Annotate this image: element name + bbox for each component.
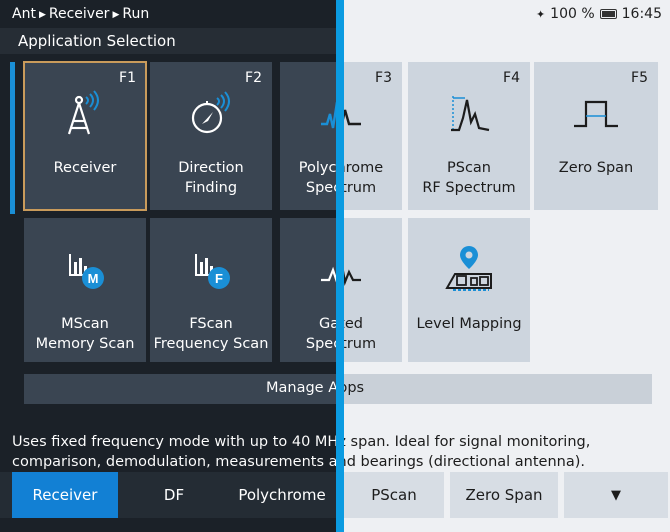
breadcrumb-separator-icon: ▶: [38, 10, 46, 20]
page-title: Application Selection: [18, 32, 176, 50]
tile-label: Zero Span: [534, 158, 658, 178]
tile-label-line1: Direction: [178, 160, 244, 176]
description-line: comparison, demodulation, measurements a…: [12, 452, 652, 472]
tile-label-line1: Gated: [344, 316, 363, 332]
breadcrumb: Ant ▶ Receiver ▶ Run: [12, 6, 149, 22]
tile-label: Gated Spectrum: [280, 314, 336, 354]
tile-direction-finding[interactable]: F2 Direction Finding: [150, 62, 272, 210]
tab-receiver[interactable]: Receiver: [12, 472, 118, 518]
breadcrumb-separator-icon: ▶: [112, 10, 120, 20]
tile-pscan-rf-spectrum[interactable]: F4 PScan RF Spectrum: [408, 62, 530, 210]
svg-text:F: F: [215, 271, 223, 286]
tile-label-line1: Gated: [319, 316, 336, 332]
breadcrumb-item[interactable]: Receiver: [49, 6, 110, 22]
fkey-label: F3: [375, 70, 392, 86]
status-bar: Ant ▶ Receiver ▶ Run ✦ 100 % 16:45: [0, 0, 670, 30]
tile-gated-spectrum-light[interactable]: Gated Spectrum: [344, 218, 402, 362]
zero-span-icon: [534, 88, 658, 138]
breadcrumb-item[interactable]: Ant: [12, 6, 36, 22]
tile-label-line2: Finding: [184, 180, 238, 196]
gated-spectrum-icon: [280, 244, 336, 294]
tile-label-line2: Spectrum: [344, 336, 377, 352]
tile-label: Level Mapping: [408, 314, 530, 334]
tile-label-line2: RF Spectrum: [422, 180, 516, 196]
fkey-label: F5: [631, 70, 648, 86]
tile-label: Gated Spectrum: [344, 314, 402, 354]
tile-label-line2: Memory Scan: [35, 336, 135, 352]
tab-polychrome[interactable]: Polychrome: [228, 472, 336, 518]
tile-label-line1: FScan: [189, 316, 233, 332]
tile-label-line2: Frequency Scan: [153, 336, 269, 352]
manage-apps-text-overlay: Manage Apps: [266, 380, 466, 396]
pscan-spectrum-icon: [408, 88, 530, 138]
tile-label-line2: Spectrum: [344, 180, 377, 196]
tile-zero-span[interactable]: F5 Zero Span: [534, 62, 658, 210]
mscan-icon: M: [24, 244, 146, 294]
status-indicators: ✦ 100 % 16:45: [536, 6, 662, 22]
level-mapping-icon: [408, 244, 530, 294]
tile-receiver[interactable]: F1 Receiver: [23, 61, 147, 211]
bottom-tab-bar: Receiver DF Polychrome PScan Zero Span ▼: [0, 472, 670, 522]
tile-level-mapping[interactable]: Level Mapping: [408, 218, 530, 362]
tile-label-line1: Receiver: [53, 160, 117, 176]
description-line1: Uses fixed frequency mode with up to 40 …: [12, 434, 591, 450]
compass-icon: [150, 88, 272, 138]
tile-polychrome-spectrum-light[interactable]: F3 Polychrome Spectrum: [344, 62, 402, 210]
tile-gated-spectrum[interactable]: Gated Spectrum: [280, 218, 336, 362]
tile-label: MScan Memory Scan: [24, 314, 146, 354]
split-divider[interactable]: [336, 0, 344, 532]
tile-label: Receiver: [24, 158, 146, 178]
tile-label-line1: PScan: [447, 160, 491, 176]
description-line: Uses fixed frequency mode with up to 40 …: [12, 432, 652, 452]
polychrome-spectrum-icon: [344, 88, 402, 138]
svg-text:M: M: [88, 271, 99, 286]
tile-label: FScan Frequency Scan: [150, 314, 272, 354]
fscan-icon: F: [150, 244, 272, 294]
fkey-label: F2: [245, 70, 262, 86]
polychrome-spectrum-icon: [280, 88, 336, 138]
antenna-icon: [24, 88, 146, 138]
breadcrumb-item[interactable]: Run: [122, 6, 149, 22]
gated-spectrum-icon: [344, 244, 402, 294]
tile-label-line2: Spectrum: [305, 180, 336, 196]
fkey-label: F4: [503, 70, 520, 86]
tab-df[interactable]: DF: [124, 472, 224, 518]
tile-label-line1: Zero Span: [558, 160, 634, 176]
tab-pscan[interactable]: PScan: [344, 472, 444, 518]
tile-label: Polychrome Spectrum: [344, 158, 402, 198]
description-line2: comparison, demodulation, measurements a…: [12, 454, 586, 470]
gps-icon: ✦: [535, 7, 546, 21]
tile-label-line2: Spectrum: [305, 336, 336, 352]
battery-icon: [599, 9, 617, 19]
tile-label-line1: Polychrome: [344, 160, 384, 176]
tile-label-line1: Polychrome: [298, 160, 336, 176]
tile-label: Direction Finding: [150, 158, 272, 198]
tile-fscan-frequency-scan[interactable]: F FScan Frequency Scan: [150, 218, 272, 362]
tab-zero-span[interactable]: Zero Span: [450, 472, 558, 518]
selection-accent-bar: [10, 62, 15, 214]
app-description: Uses fixed frequency mode with up to 40 …: [12, 432, 652, 472]
tile-label-line1: MScan: [61, 316, 109, 332]
manage-apps-text-visible: Manage Apps: [266, 380, 365, 396]
chevron-down-icon: ▼: [611, 487, 621, 503]
tile-label-line1: Level Mapping: [416, 316, 522, 332]
tile-polychrome-spectrum[interactable]: Polychrome Spectrum: [280, 62, 336, 210]
tile-mscan-memory-scan[interactable]: M MScan Memory Scan: [24, 218, 146, 362]
more-tabs-dropdown[interactable]: ▼: [564, 472, 668, 518]
fkey-label: F1: [119, 70, 136, 86]
tile-label: Polychrome Spectrum: [280, 158, 336, 198]
battery-level: 100 %: [550, 6, 595, 22]
clock: 16:45: [621, 6, 662, 22]
tile-label: PScan RF Spectrum: [408, 158, 530, 198]
